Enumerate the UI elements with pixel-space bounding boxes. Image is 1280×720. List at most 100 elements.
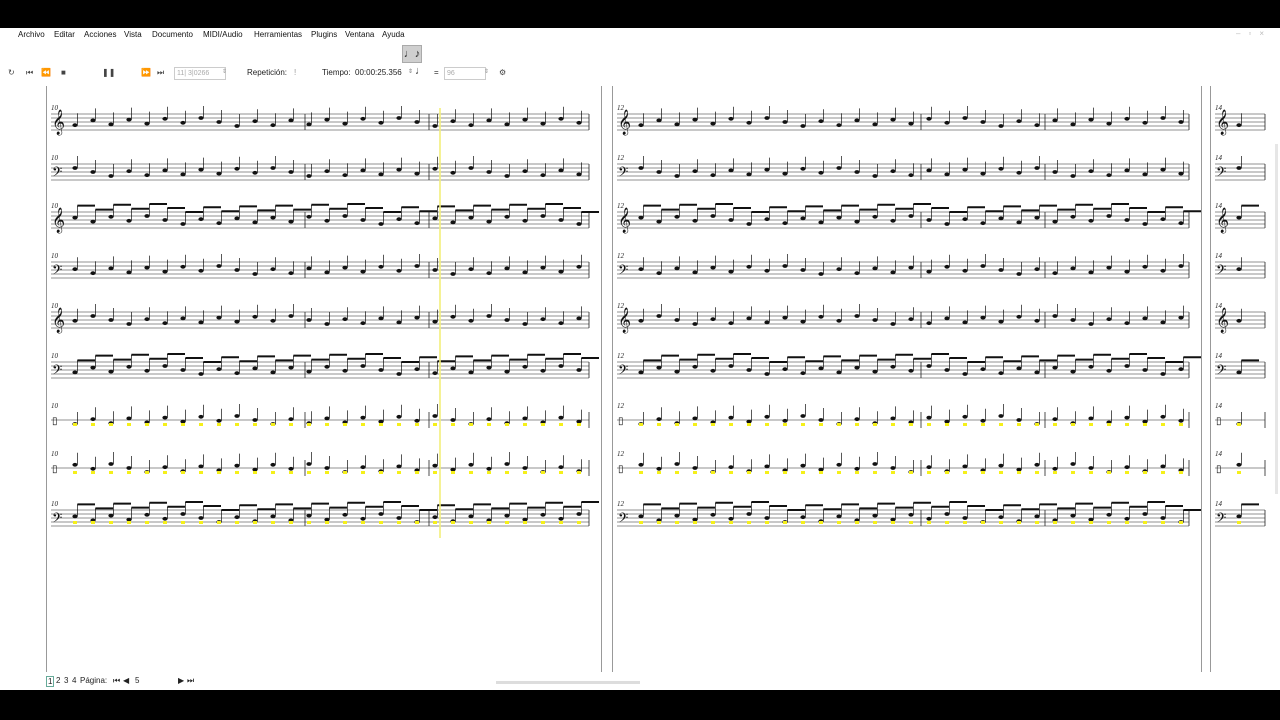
note-head[interactable]: [414, 367, 420, 372]
note-head[interactable]: [180, 120, 186, 125]
first-page-icon[interactable]: ⏮: [113, 676, 120, 686]
note-head[interactable]: [540, 173, 546, 178]
note-head[interactable]: [126, 322, 132, 326]
note-head[interactable]: [692, 466, 698, 470]
note-head[interactable]: [486, 314, 492, 318]
note-head[interactable]: [1088, 466, 1094, 470]
page-number-3[interactable]: 3: [64, 676, 68, 685]
note-head[interactable]: [432, 268, 438, 272]
note-head[interactable]: [944, 419, 950, 424]
note-head[interactable]: [468, 514, 474, 519]
note-head[interactable]: [926, 321, 932, 326]
note-head[interactable]: [72, 514, 78, 519]
note-head[interactable]: [72, 318, 78, 323]
note-head[interactable]: [180, 368, 186, 372]
note-head[interactable]: [1052, 219, 1058, 224]
note-head[interactable]: [342, 214, 348, 218]
note-head[interactable]: [1088, 270, 1094, 275]
stop-icon[interactable]: ■: [61, 68, 66, 77]
note-head[interactable]: [144, 214, 150, 218]
note-head[interactable]: [504, 513, 510, 518]
measure-position-field[interactable]: 11| 3|0266: [174, 67, 226, 80]
note-head[interactable]: [486, 219, 492, 224]
note-head[interactable]: [1052, 170, 1058, 174]
note-head[interactable]: [926, 364, 932, 368]
pause-icon[interactable]: ❚❚: [102, 68, 115, 77]
note-head[interactable]: [746, 419, 752, 424]
note-head[interactable]: [1052, 365, 1058, 370]
note-head[interactable]: [180, 172, 186, 177]
note-head[interactable]: [818, 119, 824, 124]
note-head[interactable]: [890, 270, 896, 275]
note-head[interactable]: [558, 516, 564, 521]
note-head[interactable]: [540, 512, 546, 517]
note-head[interactable]: [180, 419, 186, 424]
note-head[interactable]: [414, 120, 420, 124]
note-head[interactable]: [800, 268, 806, 272]
note-head[interactable]: [162, 168, 168, 173]
note-head[interactable]: [1124, 364, 1130, 368]
note-head[interactable]: [1178, 120, 1184, 124]
note-head[interactable]: [818, 418, 824, 422]
note-head[interactable]: [1142, 316, 1148, 321]
note-head[interactable]: [998, 463, 1004, 468]
note-head[interactable]: [764, 516, 770, 520]
note-head[interactable]: [836, 215, 842, 220]
menu-archivo[interactable]: Archivo: [18, 30, 45, 39]
note-head[interactable]: [818, 170, 824, 175]
note-head[interactable]: [450, 272, 456, 276]
note-head[interactable]: [962, 516, 968, 520]
note-head[interactable]: [432, 414, 438, 418]
note-head[interactable]: [90, 365, 96, 370]
note-head[interactable]: [396, 268, 402, 273]
note-head[interactable]: [1070, 266, 1076, 271]
note-head[interactable]: [360, 415, 366, 420]
note-head[interactable]: [306, 174, 312, 178]
note-head[interactable]: [576, 222, 582, 226]
note-head[interactable]: [746, 120, 752, 125]
note-head[interactable]: [764, 372, 770, 376]
note-head[interactable]: [90, 271, 96, 276]
note-head[interactable]: [1124, 269, 1130, 274]
note-head[interactable]: [108, 122, 114, 127]
note-head[interactable]: [1236, 318, 1242, 323]
note-head[interactable]: [396, 217, 402, 222]
note-head[interactable]: [234, 414, 240, 418]
note-head[interactable]: [432, 166, 438, 171]
note-head[interactable]: [764, 217, 770, 222]
prev-page-icon[interactable]: ◀: [123, 676, 129, 685]
note-head[interactable]: [486, 417, 492, 422]
note-head[interactable]: [728, 168, 734, 173]
note-head[interactable]: [540, 317, 546, 322]
note-head[interactable]: [1124, 516, 1130, 521]
note-head[interactable]: [782, 120, 788, 124]
tempo-field[interactable]: 96: [444, 67, 486, 80]
note-head[interactable]: [360, 168, 366, 173]
note-head[interactable]: [234, 463, 240, 468]
note-head[interactable]: [656, 118, 662, 123]
note-head[interactable]: [944, 264, 950, 269]
note-head[interactable]: [800, 371, 806, 376]
note-head[interactable]: [710, 121, 716, 126]
note-head[interactable]: [1016, 170, 1022, 175]
note-head[interactable]: [710, 265, 716, 270]
note-head[interactable]: [576, 172, 582, 177]
menu-midi-audio[interactable]: MIDI/Audio: [203, 30, 243, 39]
note-head[interactable]: [144, 121, 150, 126]
note-head[interactable]: [486, 365, 492, 370]
note-head[interactable]: [872, 369, 878, 374]
note-head[interactable]: [468, 462, 474, 467]
note-head[interactable]: [872, 513, 878, 518]
note-head[interactable]: [108, 214, 114, 219]
note-head[interactable]: [1142, 419, 1148, 424]
note-head[interactable]: [378, 316, 384, 321]
note-head[interactable]: [90, 417, 96, 422]
note-head[interactable]: [576, 264, 582, 269]
note-head[interactable]: [710, 368, 716, 373]
note-head[interactable]: [656, 170, 662, 174]
note-head[interactable]: [126, 169, 132, 174]
note-head[interactable]: [414, 315, 420, 320]
note-head[interactable]: [692, 416, 698, 421]
note-head[interactable]: [162, 465, 168, 470]
note-head[interactable]: [1124, 465, 1130, 470]
